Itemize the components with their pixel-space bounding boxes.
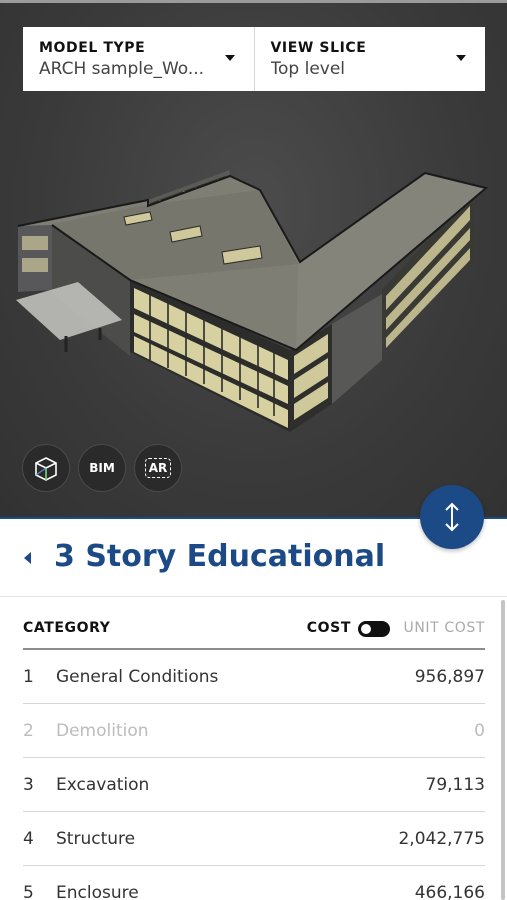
table-row[interactable]: 5 Enclosure 466,166 bbox=[23, 866, 485, 900]
row-category: Excavation bbox=[56, 775, 150, 795]
table-row[interactable]: 2 Demolition 0 bbox=[23, 704, 485, 758]
table-scrollbar[interactable] bbox=[501, 600, 505, 900]
row-category: Demolition bbox=[56, 721, 149, 741]
caret-down-icon bbox=[456, 55, 466, 61]
project-title: 3 Story Educational bbox=[54, 539, 386, 574]
row-cost: 956,897 bbox=[414, 667, 485, 687]
3d-model-viewer[interactable]: MODEL TYPE ARCH sample_Wo... VIEW SLICE … bbox=[0, 0, 507, 517]
building-model[interactable] bbox=[0, 160, 507, 450]
vertical-resize-icon bbox=[445, 502, 459, 532]
bim-button[interactable]: BIM bbox=[78, 444, 126, 492]
ar-button[interactable]: AR bbox=[134, 444, 182, 492]
bim-label: BIM bbox=[89, 461, 115, 475]
row-cost: 2,042,775 bbox=[398, 829, 485, 849]
table-row[interactable]: 1 General Conditions 956,897 bbox=[23, 650, 485, 704]
toggle-knob bbox=[361, 624, 371, 634]
ar-label: AR bbox=[148, 461, 168, 475]
view-slice-value: Top level bbox=[270, 59, 346, 79]
unit-cost-toggle-label[interactable]: UNIT COST bbox=[404, 620, 485, 636]
row-number: 4 bbox=[23, 829, 34, 849]
row-number: 5 bbox=[23, 883, 34, 900]
table-row[interactable]: 3 Excavation 79,113 bbox=[23, 758, 485, 812]
cube-view-button[interactable] bbox=[22, 444, 70, 492]
row-category: General Conditions bbox=[56, 667, 219, 687]
model-type-label: MODEL TYPE bbox=[39, 40, 146, 56]
row-number: 3 bbox=[23, 775, 34, 795]
category-column-header: CATEGORY bbox=[23, 620, 111, 636]
table-header: CATEGORY COST UNIT COST bbox=[23, 597, 485, 650]
cost-toggle-label[interactable]: COST bbox=[307, 620, 351, 636]
cost-table: CATEGORY COST UNIT COST 1 General Condit… bbox=[23, 597, 485, 900]
table-row[interactable]: 4 Structure 2,042,775 bbox=[23, 812, 485, 866]
cost-unit-toggle[interactable] bbox=[358, 621, 390, 637]
row-cost: 0 bbox=[474, 721, 485, 741]
filter-bar: MODEL TYPE ARCH sample_Wo... VIEW SLICE … bbox=[23, 27, 485, 91]
row-number: 1 bbox=[23, 667, 34, 687]
expand-panel-button[interactable] bbox=[420, 485, 484, 549]
row-category: Structure bbox=[56, 829, 136, 849]
row-cost: 79,113 bbox=[425, 775, 485, 795]
view-slice-label: VIEW SLICE bbox=[270, 40, 367, 56]
viewer-top-border bbox=[0, 0, 507, 3]
row-number: 2 bbox=[23, 721, 34, 741]
view-slice-dropdown[interactable]: VIEW SLICE Top level bbox=[253, 27, 486, 91]
caret-down-icon bbox=[224, 55, 235, 61]
row-category: Enclosure bbox=[56, 883, 139, 900]
model-type-value: ARCH sample_Wo... bbox=[39, 59, 205, 79]
row-cost: 466,166 bbox=[414, 883, 485, 900]
model-type-dropdown[interactable]: MODEL TYPE ARCH sample_Wo... bbox=[23, 27, 254, 91]
cube-icon bbox=[35, 457, 57, 481]
ar-icon: AR bbox=[144, 458, 172, 478]
back-chevron-icon[interactable] bbox=[24, 552, 31, 564]
